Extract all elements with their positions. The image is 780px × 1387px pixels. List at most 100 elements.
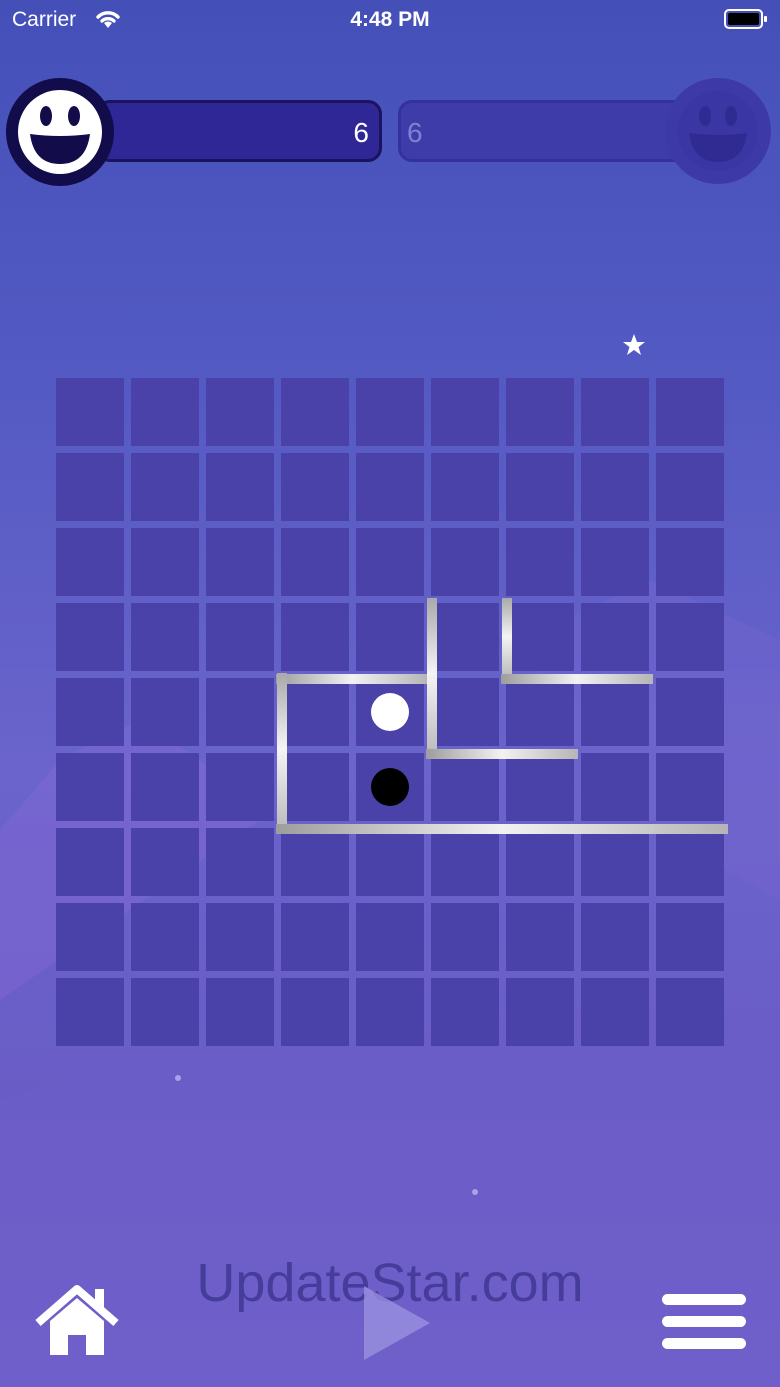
menu-button[interactable] <box>662 1294 746 1350</box>
board-cell[interactable] <box>431 978 499 1046</box>
board-cell[interactable] <box>581 828 649 896</box>
board-cell[interactable] <box>206 978 274 1046</box>
board-cell[interactable] <box>581 753 649 821</box>
smiley-face-icon <box>18 90 102 174</box>
board-cell[interactable] <box>581 678 649 746</box>
board-cell[interactable] <box>131 828 199 896</box>
wall <box>276 674 428 684</box>
board-cell[interactable] <box>356 453 424 521</box>
board-cell[interactable] <box>506 453 574 521</box>
board-cell[interactable] <box>56 828 124 896</box>
player1-avatar <box>6 78 114 186</box>
board-cell[interactable] <box>356 603 424 671</box>
board-cell[interactable] <box>656 903 724 971</box>
board-cell[interactable] <box>131 978 199 1046</box>
board-cell[interactable] <box>656 978 724 1046</box>
board-cell[interactable] <box>581 528 649 596</box>
board-cell[interactable] <box>656 678 724 746</box>
board-cell[interactable] <box>131 603 199 671</box>
board-cell[interactable] <box>356 828 424 896</box>
board-cell[interactable] <box>431 603 499 671</box>
board-cell[interactable] <box>131 753 199 821</box>
wall <box>502 598 512 675</box>
board-cell[interactable] <box>206 828 274 896</box>
board-cell[interactable] <box>431 453 499 521</box>
board-cell[interactable] <box>131 678 199 746</box>
wall <box>276 824 728 834</box>
board-cell[interactable] <box>206 528 274 596</box>
board-cell[interactable] <box>506 603 574 671</box>
board-cell[interactable] <box>206 903 274 971</box>
battery-icon <box>724 9 768 29</box>
menu-icon <box>662 1294 746 1305</box>
board-cell[interactable] <box>656 753 724 821</box>
board-cell[interactable] <box>581 978 649 1046</box>
board-cell[interactable] <box>431 678 499 746</box>
board-cell[interactable] <box>581 603 649 671</box>
home-button[interactable] <box>34 1285 120 1357</box>
board-cell[interactable] <box>281 678 349 746</box>
board-cell[interactable] <box>56 378 124 446</box>
board-cell[interactable] <box>656 828 724 896</box>
board-cell[interactable] <box>131 378 199 446</box>
black-piece[interactable] <box>371 768 409 806</box>
board-cell[interactable] <box>356 378 424 446</box>
board-cell[interactable] <box>581 453 649 521</box>
board-cell[interactable] <box>506 753 574 821</box>
board-cell[interactable] <box>206 678 274 746</box>
board-cell[interactable] <box>56 603 124 671</box>
board-cell[interactable] <box>56 528 124 596</box>
board-cell[interactable] <box>656 453 724 521</box>
white-piece[interactable] <box>371 693 409 731</box>
player2-score: 6 <box>407 117 423 148</box>
board-cell[interactable] <box>431 378 499 446</box>
board-cell[interactable] <box>356 978 424 1046</box>
board-cell[interactable] <box>356 528 424 596</box>
board-cell[interactable] <box>206 603 274 671</box>
board-cell[interactable] <box>656 528 724 596</box>
board-cell[interactable] <box>506 978 574 1046</box>
board-cell[interactable] <box>431 528 499 596</box>
board-cell[interactable] <box>506 903 574 971</box>
player2-avatar <box>665 78 771 184</box>
board-cell[interactable] <box>656 603 724 671</box>
board-cell[interactable] <box>281 603 349 671</box>
board-cell[interactable] <box>281 453 349 521</box>
board-cell[interactable] <box>581 903 649 971</box>
board-cell[interactable] <box>506 828 574 896</box>
board-cell[interactable] <box>431 828 499 896</box>
game-board[interactable] <box>56 378 728 1048</box>
player1-score: 6 <box>353 117 369 148</box>
board-cell[interactable] <box>206 378 274 446</box>
board-cell[interactable] <box>56 678 124 746</box>
board-cell[interactable] <box>281 753 349 821</box>
board-cell[interactable] <box>356 903 424 971</box>
board-cell[interactable] <box>56 753 124 821</box>
board-cell[interactable] <box>131 903 199 971</box>
board-cell[interactable] <box>431 753 499 821</box>
board-cell[interactable] <box>56 978 124 1046</box>
wall <box>277 673 287 825</box>
board-cell[interactable] <box>281 828 349 896</box>
board-cell[interactable] <box>431 903 499 971</box>
wall <box>427 598 437 750</box>
board-cell[interactable] <box>206 753 274 821</box>
board-cell[interactable] <box>281 903 349 971</box>
board-cell[interactable] <box>506 528 574 596</box>
board-cell[interactable] <box>656 378 724 446</box>
board-cell[interactable] <box>206 453 274 521</box>
star-icon <box>623 334 645 355</box>
sparkle <box>175 1075 181 1081</box>
board-cell[interactable] <box>131 528 199 596</box>
board-cell[interactable] <box>506 678 574 746</box>
board-cell[interactable] <box>56 903 124 971</box>
board-cell[interactable] <box>131 453 199 521</box>
board-cell[interactable] <box>281 978 349 1046</box>
board-cell[interactable] <box>506 378 574 446</box>
board-cell[interactable] <box>281 378 349 446</box>
clock: 4:48 PM <box>350 8 430 31</box>
board-cell[interactable] <box>56 453 124 521</box>
board-cell[interactable] <box>281 528 349 596</box>
board-cell[interactable] <box>581 378 649 446</box>
play-button[interactable] <box>360 1282 434 1369</box>
